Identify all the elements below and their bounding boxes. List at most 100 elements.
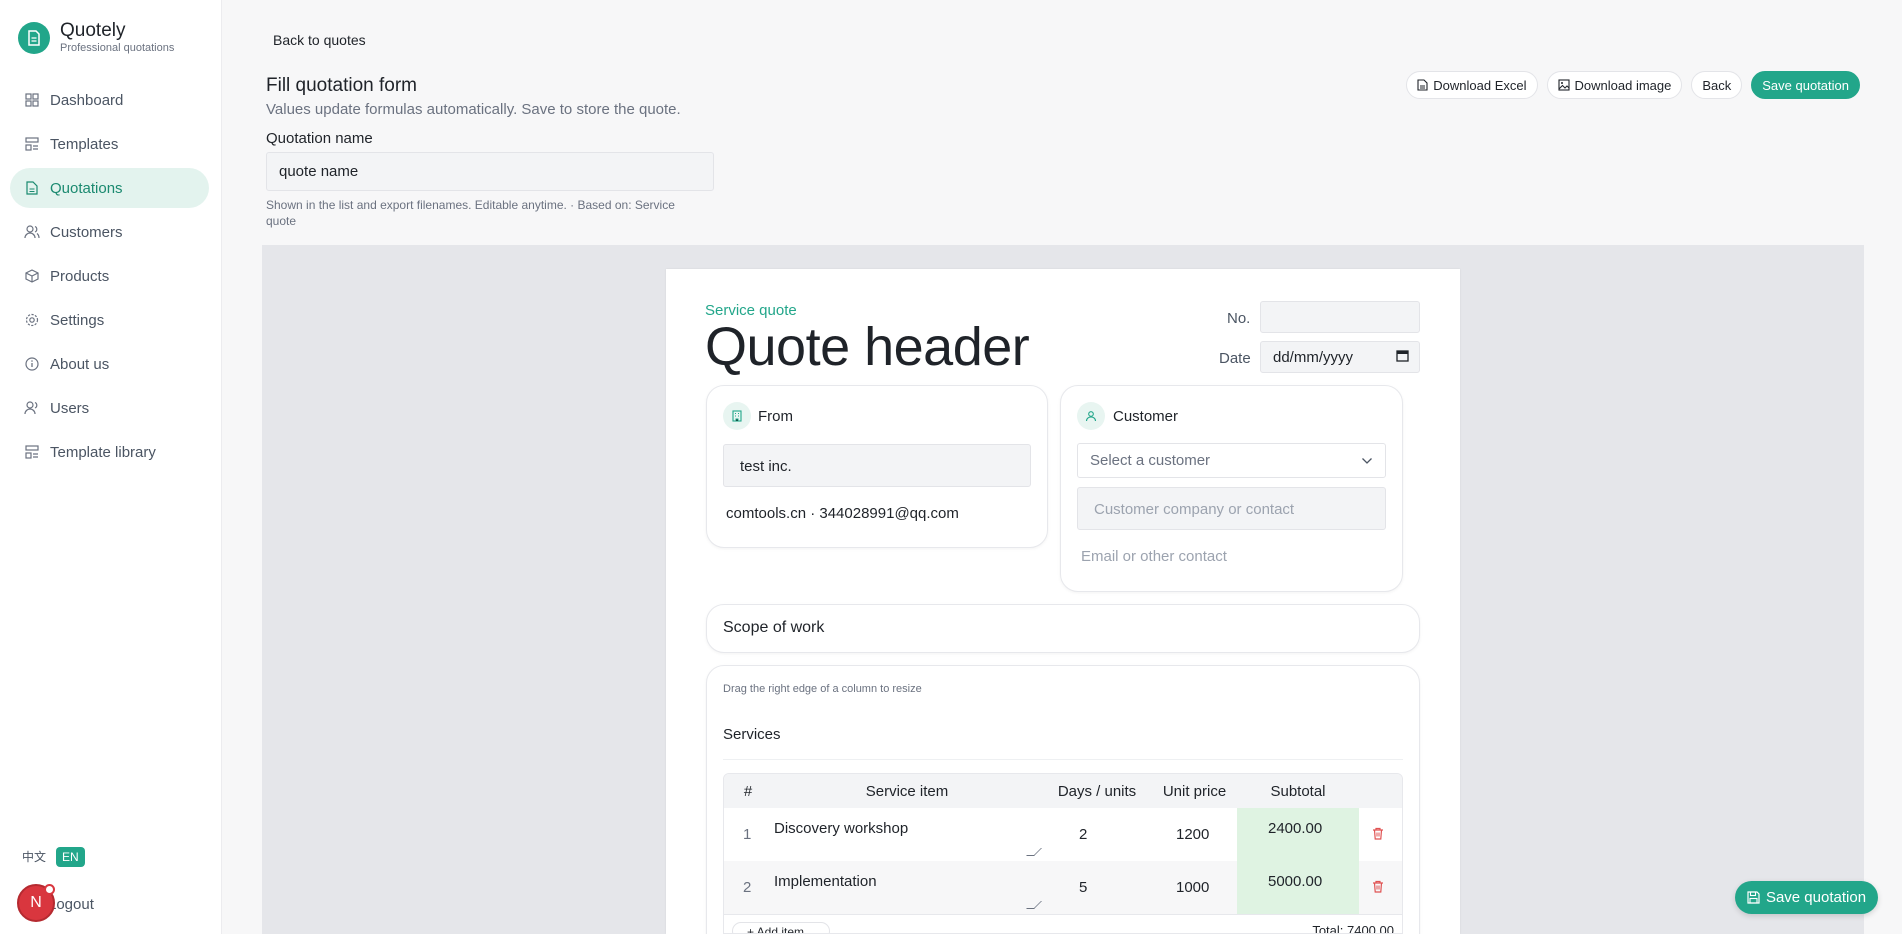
scope-title[interactable]: Scope of work — [723, 619, 824, 637]
download-excel-button[interactable]: Download Excel — [1406, 71, 1538, 99]
calendar-icon[interactable] — [1396, 349, 1409, 366]
trash-icon[interactable] — [1372, 880, 1384, 893]
trash-icon[interactable] — [1372, 827, 1384, 840]
add-item-button[interactable]: + Add item — [732, 922, 830, 933]
col-header-units[interactable]: Days / units — [1042, 783, 1152, 800]
download-image-label: Download image — [1574, 77, 1672, 93]
chevron-down-icon — [1361, 452, 1373, 469]
row-number: 2 — [743, 879, 752, 896]
unit-price-input[interactable]: 1000 — [1176, 879, 1209, 896]
resize-handle-icon[interactable] — [1026, 901, 1042, 909]
sidebar-item-customers[interactable]: Customers — [10, 212, 209, 252]
brand-logo-icon — [18, 21, 50, 54]
table-footer: + Add item Total: 7400.00 — [724, 914, 1402, 934]
brand-name: Quotely — [60, 20, 126, 41]
col-header-number[interactable]: # — [724, 783, 772, 800]
total-value: Total: 7400.00 — [1312, 923, 1394, 934]
user-icon — [24, 400, 40, 416]
units-input[interactable]: 5 — [1079, 879, 1087, 896]
quotation-name-label: Quotation name — [266, 130, 373, 147]
sidebar-item-quotations[interactable]: Quotations — [10, 168, 209, 208]
customer-select[interactable]: Select a customer — [1077, 443, 1386, 478]
col-header-unit-price[interactable]: Unit price — [1152, 783, 1237, 800]
sidebar: Quotely Professional quotations Dashboar… — [0, 0, 222, 934]
avatar-initial: N — [30, 894, 42, 911]
row-number: 1 — [743, 826, 752, 843]
library-icon — [24, 444, 40, 460]
sidebar-item-template-library[interactable]: Template library — [10, 432, 209, 472]
person-icon — [1077, 402, 1105, 430]
services-title[interactable]: Services — [723, 726, 781, 743]
sidebar-item-templates[interactable]: Templates — [10, 124, 209, 164]
quote-date-label: Date — [1219, 350, 1251, 367]
service-item-input[interactable]: Implementation — [774, 873, 877, 890]
sidebar-item-label: Dashboard — [50, 91, 124, 109]
brand-subtitle: Professional quotations — [60, 42, 175, 54]
sidebar-item-products[interactable]: Products — [10, 256, 209, 296]
floating-save-button[interactable]: Save quotation — [1735, 881, 1878, 914]
sidebar-item-label: Customers — [50, 223, 123, 241]
floating-save-label: Save quotation — [1765, 889, 1867, 906]
subtotal-value: 2400.00 — [1268, 820, 1323, 837]
sidebar-item-label: Settings — [50, 311, 105, 329]
quote-number-input[interactable] — [1260, 301, 1420, 333]
quotation-name-help: Shown in the list and export filenames. … — [266, 198, 675, 228]
date-placeholder: dd/mm/yyyy — [1273, 348, 1354, 366]
image-icon — [1557, 79, 1570, 91]
resize-hint: Drag the right edge of a column to resiz… — [723, 683, 922, 695]
divider — [723, 759, 1403, 760]
table-row: 1 Discovery workshop 2 1200 2400.00 — [724, 808, 1402, 861]
avatar[interactable]: N — [17, 884, 55, 922]
from-contact-text[interactable]: comtools.cn · 344028991@qq.com — [726, 505, 959, 522]
from-company-input[interactable]: test inc. — [723, 444, 1031, 487]
download-image-button[interactable]: Download image — [1546, 71, 1683, 99]
dashboard-icon — [24, 92, 40, 108]
templates-icon — [24, 136, 40, 152]
box-icon — [24, 268, 40, 284]
brand[interactable]: Quotely Professional quotations — [18, 20, 174, 55]
unit-price-input[interactable]: 1200 — [1176, 826, 1209, 843]
quote-header-title[interactable]: Quote header — [705, 316, 1030, 378]
users-icon — [24, 224, 40, 240]
table-row: 2 Implementation 5 1000 5000.00 — [724, 861, 1402, 914]
sidebar-item-users[interactable]: Users — [10, 388, 209, 428]
sidebar-item-dashboard[interactable]: Dashboard — [10, 80, 209, 120]
quotation-name-input[interactable] — [266, 152, 714, 191]
sidebar-nav: Dashboard Templates Quotations Customers… — [10, 80, 209, 476]
back-to-quotes-link[interactable]: Back to quotes — [273, 32, 366, 48]
customer-select-placeholder: Select a customer — [1090, 452, 1211, 469]
lang-zh-button[interactable]: 中文 — [16, 845, 52, 868]
quote-date-input[interactable]: dd/mm/yyyy — [1260, 341, 1420, 373]
sidebar-item-label: Templates — [50, 135, 119, 153]
sidebar-item-about[interactable]: About us — [10, 344, 209, 384]
back-button[interactable]: Back — [1691, 71, 1743, 99]
save-quotation-button[interactable]: Save quotation — [1751, 71, 1860, 99]
sidebar-item-label: Quotations — [50, 179, 123, 197]
download-excel-label: Download Excel — [1433, 77, 1527, 93]
col-header-subtotal[interactable]: Subtotal — [1237, 783, 1359, 800]
customer-email-input[interactable]: Email or other contact — [1081, 548, 1227, 565]
from-title: From — [758, 408, 793, 425]
sidebar-item-settings[interactable]: Settings — [10, 300, 209, 340]
page-subtitle: Values update formulas automatically. Sa… — [266, 101, 681, 118]
customer-title: Customer — [1113, 408, 1179, 425]
resize-handle-icon[interactable] — [1026, 848, 1042, 856]
subtotal-value: 5000.00 — [1268, 873, 1323, 890]
sidebar-item-label: Template library — [50, 443, 156, 461]
status-dot — [44, 884, 55, 895]
lang-en-button[interactable]: EN — [56, 846, 85, 867]
sidebar-item-label: About us — [50, 355, 110, 373]
col-header-service-item[interactable]: Service item — [772, 783, 1042, 800]
document-icon — [24, 180, 40, 196]
customer-company-input[interactable]: Customer company or contact — [1077, 487, 1386, 530]
building-icon — [723, 402, 751, 430]
sidebar-item-label: Users — [50, 399, 90, 417]
service-item-input[interactable]: Discovery workshop — [774, 820, 908, 837]
units-input[interactable]: 2 — [1079, 826, 1087, 843]
language-switcher: 中文 EN — [16, 845, 85, 868]
save-icon — [1747, 891, 1760, 904]
page-title: Fill quotation form — [266, 75, 418, 96]
toolbar: Download Excel Download image Back Save … — [1406, 71, 1860, 99]
table-header: # Service item Days / units Unit price S… — [724, 774, 1402, 808]
quote-number-label: No. — [1227, 310, 1251, 327]
